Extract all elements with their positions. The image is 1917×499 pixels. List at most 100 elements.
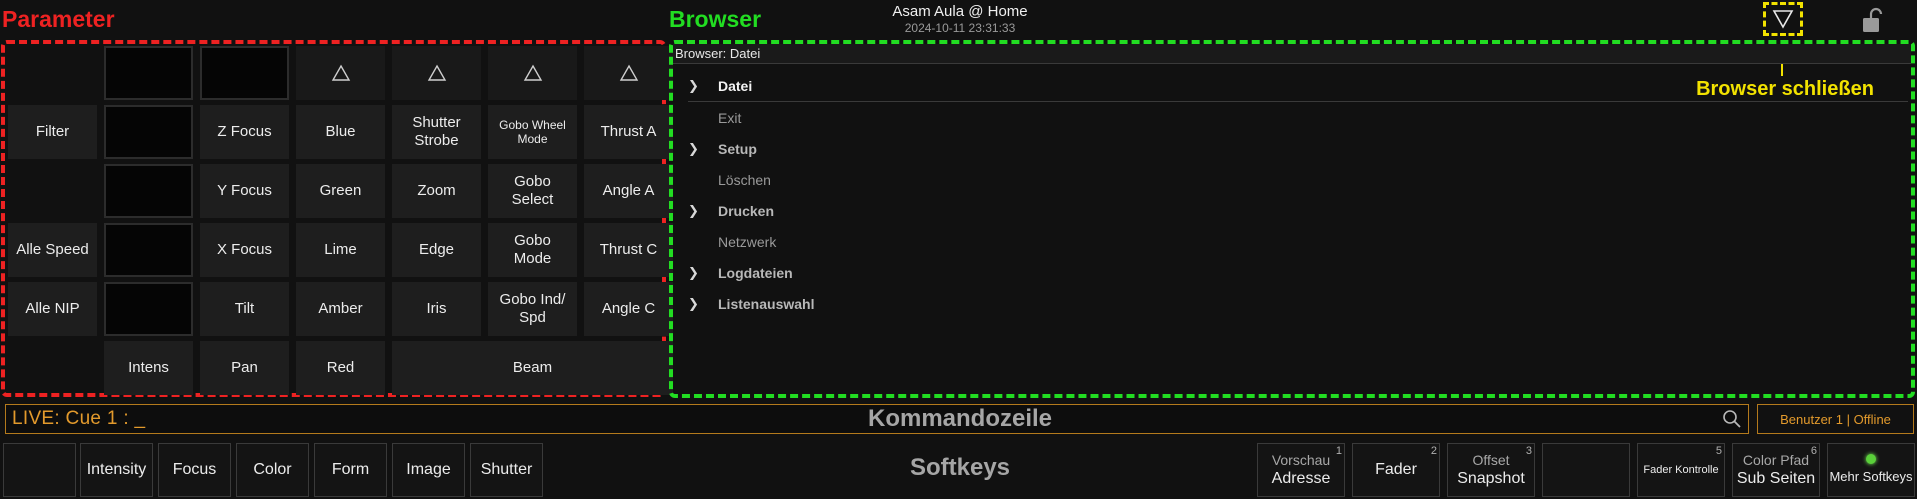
browser-tree: ❯ Datei Exit ❯ Setup Löschen ❯ Drucken Netzwerk ❯… bbox=[688, 70, 1908, 319]
browser-item-logdateien[interactable]: ❯ Logdateien bbox=[688, 257, 1908, 288]
param-button-blue[interactable]: Blue bbox=[296, 105, 385, 159]
param-blank-key[interactable] bbox=[104, 223, 193, 277]
softkey-number: 1 bbox=[1335, 445, 1342, 457]
param-button-alle-nip[interactable]: Alle NIP bbox=[8, 282, 97, 336]
softkey-label: Focus bbox=[172, 461, 217, 478]
parameter-grid: Filter Z Focus Blue Shutter Strobe Gobo Whee… bbox=[8, 46, 673, 395]
chevron-right-icon[interactable]: ❯ bbox=[688, 141, 718, 157]
softkey-number: 6 bbox=[1810, 445, 1817, 457]
softkey-color[interactable]: Color bbox=[236, 443, 309, 497]
softkey-sublabel: Offset bbox=[1472, 451, 1510, 468]
param-blank-key[interactable] bbox=[104, 46, 193, 100]
param-button-angle-c[interactable]: Angle C bbox=[584, 282, 673, 336]
softkey-number: 2 bbox=[1430, 445, 1437, 457]
param-button-amber[interactable]: Amber bbox=[296, 282, 385, 336]
softkey-label: Form bbox=[331, 461, 370, 478]
param-empty-slot bbox=[8, 164, 97, 218]
param-button-gobo-wheel-mode[interactable]: Gobo Wheel Mode bbox=[488, 105, 577, 159]
browser-item-löschen[interactable]: Löschen bbox=[688, 164, 1908, 195]
param-button-beam[interactable]: Beam bbox=[392, 341, 673, 395]
param-button-gobo-ind-spd[interactable]: Gobo Ind/ Spd bbox=[488, 282, 577, 336]
softkey-label: Intensity bbox=[86, 461, 147, 478]
chevron-right-icon[interactable]: ❯ bbox=[688, 203, 718, 219]
browser-item-label: Listenauswahl bbox=[718, 295, 815, 312]
browser-close-button[interactable] bbox=[1763, 2, 1803, 36]
softkey-shutter[interactable]: Shutter bbox=[470, 443, 543, 497]
softkey-mehr-softkeys[interactable]: Mehr Softkeys bbox=[1827, 443, 1915, 497]
param-button-pan[interactable]: Pan bbox=[200, 341, 289, 395]
param-button-green[interactable]: Green bbox=[296, 164, 385, 218]
triangle-down-icon bbox=[1772, 10, 1794, 29]
param-button-shutter-strobe[interactable]: Shutter Strobe bbox=[392, 105, 481, 159]
param-button-gobo-mode[interactable]: Gobo Mode bbox=[488, 223, 577, 277]
param-button-edge[interactable]: Edge bbox=[392, 223, 481, 277]
param-blank-key[interactable] bbox=[200, 46, 289, 100]
session-info: Asam Aula @ Home 2024-10-11 23:31:33 bbox=[860, 3, 1060, 35]
param-blank-key[interactable] bbox=[104, 164, 193, 218]
param-button-red[interactable]: Red bbox=[296, 341, 385, 395]
param-button-tilt[interactable]: Tilt bbox=[200, 282, 289, 336]
param-page-up-button[interactable] bbox=[488, 46, 577, 100]
softkey-form[interactable]: Form bbox=[314, 443, 387, 497]
param-button-x-focus[interactable]: X Focus bbox=[200, 223, 289, 277]
softkey-fader-kontrolle[interactable]: Fader Kontrolle 5 bbox=[1637, 443, 1725, 497]
user-status-button[interactable]: Benutzer 1 | Offline bbox=[1757, 404, 1914, 434]
session-datetime: 2024-10-11 23:31:33 bbox=[904, 21, 1016, 35]
param-button-filter[interactable]: Filter bbox=[8, 105, 97, 159]
softkey-label: Image bbox=[406, 461, 451, 478]
softkey-image[interactable]: Image bbox=[392, 443, 465, 497]
browser-item-exit[interactable]: Exit bbox=[688, 102, 1908, 133]
param-blank-key[interactable] bbox=[104, 282, 193, 336]
param-blank-key[interactable] bbox=[104, 105, 193, 159]
browser-heading: Browser bbox=[669, 6, 762, 32]
softkey-number: 3 bbox=[1525, 445, 1532, 457]
softkey-blank[interactable] bbox=[3, 443, 76, 497]
param-button-zoom[interactable]: Zoom bbox=[392, 164, 481, 218]
browser-item-label: Löschen bbox=[718, 171, 771, 188]
param-button-thrust-a[interactable]: Thrust A bbox=[584, 105, 673, 159]
softkey-label: Fader Kontrolle bbox=[1643, 464, 1719, 476]
param-button-gobo-select[interactable]: Gobo Select bbox=[488, 164, 577, 218]
param-button-intens[interactable]: Intens bbox=[104, 341, 193, 395]
browser-item-label: Netzwerk bbox=[718, 233, 777, 250]
param-button-y-focus[interactable]: Y Focus bbox=[200, 164, 289, 218]
chevron-right-icon[interactable]: ❯ bbox=[688, 296, 718, 312]
param-button-lime[interactable]: Lime bbox=[296, 223, 385, 277]
browser-item-netzwerk[interactable]: Netzwerk bbox=[688, 226, 1908, 257]
softkey-adresse[interactable]: Vorschau Adresse 1 bbox=[1257, 443, 1345, 497]
softkey-label: Mehr Softkeys bbox=[1829, 468, 1913, 484]
chevron-right-icon[interactable]: ❯ bbox=[688, 78, 718, 94]
softkey-sublabel: Vorschau bbox=[1271, 451, 1331, 468]
softkey-fader[interactable]: Fader 2 bbox=[1352, 443, 1440, 497]
browser-item-setup[interactable]: ❯ Setup bbox=[688, 133, 1908, 164]
triangle-up-icon bbox=[523, 64, 542, 81]
browser-item-drucken[interactable]: ❯ Drucken bbox=[688, 195, 1908, 226]
param-page-up-button[interactable] bbox=[392, 46, 481, 100]
browser-item-listenauswahl[interactable]: ❯ Listenauswahl bbox=[688, 288, 1908, 319]
status-led-icon bbox=[1866, 453, 1876, 464]
softkey-label: Snapshot bbox=[1457, 469, 1525, 487]
param-button-iris[interactable]: Iris bbox=[392, 282, 481, 336]
softkey-blank[interactable] bbox=[1542, 443, 1630, 497]
browser-item-datei[interactable]: ❯ Datei bbox=[688, 70, 1908, 102]
softkey-focus[interactable]: Focus bbox=[158, 443, 231, 497]
param-page-up-button[interactable] bbox=[584, 46, 673, 100]
softkey-number: 5 bbox=[1715, 445, 1722, 457]
browser-item-label: Exit bbox=[718, 109, 742, 126]
param-button-alle-speed[interactable]: Alle Speed bbox=[8, 223, 97, 277]
param-page-up-button[interactable] bbox=[296, 46, 385, 100]
search-icon[interactable] bbox=[1722, 409, 1742, 429]
softkey-sub-seiten[interactable]: Color Pfad Sub Seiten 6 bbox=[1732, 443, 1820, 497]
param-empty-slot bbox=[8, 46, 97, 100]
softkey-snapshot[interactable]: Offset Snapshot 3 bbox=[1447, 443, 1535, 497]
unlock-icon[interactable] bbox=[1858, 6, 1888, 36]
browser-item-label: Datei bbox=[718, 77, 753, 94]
param-button-z-focus[interactable]: Z Focus bbox=[200, 105, 289, 159]
softkey-intensity[interactable]: Intensity bbox=[80, 443, 153, 497]
param-button-angle-a[interactable]: Angle A bbox=[584, 164, 673, 218]
param-button-thrust-c[interactable]: Thrust C bbox=[584, 223, 673, 277]
softkey-label: Color bbox=[253, 461, 292, 478]
chevron-right-icon[interactable]: ❯ bbox=[688, 265, 718, 281]
triangle-up-icon bbox=[427, 64, 446, 81]
param-empty-slot bbox=[8, 341, 97, 395]
